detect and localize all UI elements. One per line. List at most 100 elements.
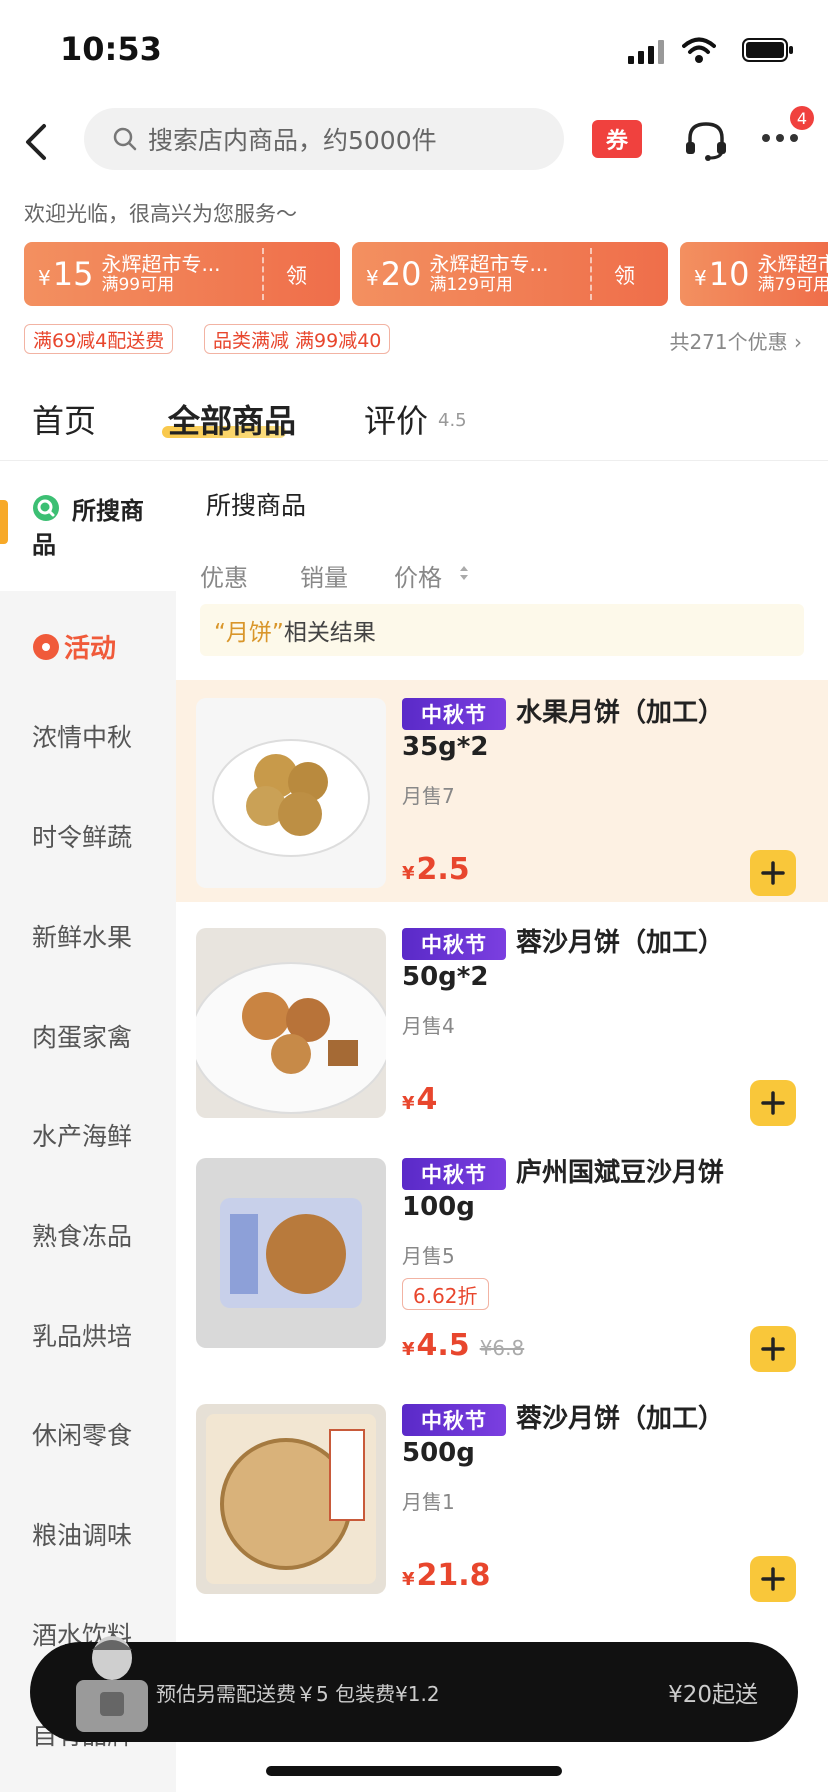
sort-price[interactable]: 价格 <box>394 558 442 593</box>
min-order-text: ¥20起送 <box>668 1682 758 1708</box>
sidebar-item[interactable]: 乳品烘培 <box>32 1317 132 1353</box>
coupon-amount: 20 <box>380 255 422 293</box>
sidebar-item[interactable]: 水产海鲜 <box>32 1117 132 1153</box>
sidebar-item[interactable]: 新鲜水果 <box>32 918 132 954</box>
coupon-currency: ¥ <box>694 266 707 290</box>
price-currency: ¥ <box>402 1339 415 1360</box>
product-price: ¥ 21.8 <box>402 1558 491 1593</box>
sidebar-item[interactable]: 休闲零食 <box>32 1416 132 1452</box>
coupon-condition: 满99可用 <box>101 274 175 295</box>
coupon-currency: ¥ <box>366 266 379 290</box>
add-to-cart-button[interactable] <box>750 1080 796 1126</box>
coupon-currency: ¥ <box>38 266 51 290</box>
product-price: ¥ 4 <box>402 1082 437 1117</box>
product-title[interactable]: 蓉沙月饼（加工）500g <box>402 1402 772 1470</box>
coupon-claim-button[interactable]: 领 <box>614 260 635 290</box>
price-currency: ¥ <box>402 1093 415 1114</box>
price-value: 21.8 <box>416 1558 491 1593</box>
sidebar-item[interactable]: 时令鲜蔬 <box>32 818 132 854</box>
mooncake-package-image <box>206 1414 376 1584</box>
tab-home[interactable]: 首页 <box>32 396 96 442</box>
result-suffix: 相关结果 <box>283 620 376 646</box>
product-price: ¥ 4.5 ¥6.8 <box>402 1328 524 1363</box>
add-to-cart-button[interactable] <box>750 1556 796 1602</box>
mooncake-package-image <box>220 1198 362 1308</box>
delivery-fee-text: 预估另需配送费￥5 包装费¥1.2 <box>156 1682 440 1706</box>
product-price: ¥ 2.5 <box>402 852 470 887</box>
tab-reviews[interactable]: 评价 <box>364 396 428 442</box>
sort-sales[interactable]: 销量 <box>300 558 348 593</box>
product-image[interactable] <box>196 698 386 888</box>
coupon-amount: 15 <box>52 255 94 293</box>
promo-total-link[interactable]: 共271个优惠 › <box>669 326 802 355</box>
search-result-banner: “月饼” 相关结果 <box>200 604 804 656</box>
search-icon <box>113 127 137 151</box>
price-value: 4.5 <box>416 1328 470 1363</box>
cart-mascot-icon[interactable] <box>70 1620 154 1738</box>
home-indicator <box>266 1766 562 1776</box>
coupon-card[interactable]: ¥15 永辉超市专... 满99可用 领 <box>24 242 340 306</box>
status-time: 10:53 <box>60 30 162 68</box>
price-value: 2.5 <box>416 852 470 887</box>
back-arrow-icon[interactable] <box>22 122 52 162</box>
add-to-cart-button[interactable] <box>750 850 796 896</box>
mooncake-image <box>212 739 370 857</box>
search-result-icon <box>33 495 59 521</box>
coupon-condition: 满79可用 <box>757 274 828 295</box>
plus-icon <box>761 1337 785 1361</box>
list-title: 所搜商品 <box>206 491 307 520</box>
result-keyword: “月饼” <box>214 620 284 646</box>
more-icon[interactable] <box>760 126 800 150</box>
price-value: 4 <box>416 1082 438 1117</box>
tab-all-products[interactable]: 全部商品 <box>168 396 296 442</box>
original-price: ¥6.8 <box>479 1336 525 1360</box>
sidebar-item[interactable]: 浓情中秋 <box>32 718 132 754</box>
coupon-divider <box>262 248 264 300</box>
product-sales: 月售5 <box>402 1244 455 1268</box>
coupon-condition: 满129可用 <box>429 274 513 295</box>
promo-tag: 满69减4配送费 <box>24 324 174 354</box>
product-image[interactable] <box>196 1158 386 1348</box>
product-title[interactable]: 水果月饼（加工）35g*2 <box>402 696 772 764</box>
coupon-card[interactable]: ¥20 永辉超市专... 满129可用 领 <box>352 242 668 306</box>
sidebar-item[interactable]: 粮油调味 <box>32 1516 132 1552</box>
sidebar-item-label: 活动 <box>64 634 117 664</box>
selected-indicator <box>0 500 8 544</box>
coupon-claim-button[interactable]: 领 <box>286 260 307 290</box>
product-title[interactable]: 蓉沙月饼（加工）50g*2 <box>402 926 772 994</box>
coupon-button[interactable]: 券 <box>592 120 642 158</box>
sort-discount[interactable]: 优惠 <box>200 558 248 593</box>
product-title[interactable]: 庐州国斌豆沙月饼100g <box>402 1156 772 1224</box>
notification-badge: 4 <box>790 106 814 130</box>
wifi-icon <box>682 37 716 63</box>
sidebar-item[interactable]: 肉蛋家禽 <box>32 1018 132 1054</box>
coupon-shop: 永辉超市专... <box>101 251 221 276</box>
search-input[interactable]: 搜索店内商品，约5000件 <box>84 108 564 170</box>
welcome-text: 欢迎光临，很高兴为您服务～ <box>24 202 297 226</box>
product-sales: 月售7 <box>402 784 455 808</box>
product-image[interactable] <box>196 1404 386 1594</box>
coupon-card[interactable]: ¥10 永辉超市 满79可用 <box>680 242 828 306</box>
plus-icon <box>761 1091 785 1115</box>
add-to-cart-button[interactable] <box>750 1326 796 1372</box>
coupon-shop: 永辉超市专... <box>429 251 549 276</box>
coupon-shop: 永辉超市 <box>757 251 828 276</box>
plus-icon <box>761 861 785 885</box>
sidebar-item[interactable]: 熟食冻品 <box>32 1217 132 1253</box>
rating-score: 4.5 <box>438 410 467 431</box>
sidebar-item-activity[interactable]: 活动 <box>32 628 116 665</box>
promo-total-text: 共271个优惠 <box>669 330 788 354</box>
discount-tag: 6.62折 <box>402 1278 489 1310</box>
product-image[interactable] <box>196 928 386 1118</box>
chevron-right-icon: › <box>794 330 802 354</box>
product-sales: 月售4 <box>402 1014 455 1038</box>
tag-icon <box>33 633 59 660</box>
price-currency: ¥ <box>402 1569 415 1590</box>
coupon-divider <box>590 248 592 300</box>
plus-icon <box>761 1567 785 1591</box>
price-currency: ¥ <box>402 863 415 884</box>
promo-tag: 品类满减 满99减40 <box>204 324 391 354</box>
customer-service-icon[interactable] <box>684 118 728 162</box>
search-placeholder: 搜索店内商品，约5000件 <box>148 126 437 155</box>
mooncake-image <box>196 962 386 1114</box>
